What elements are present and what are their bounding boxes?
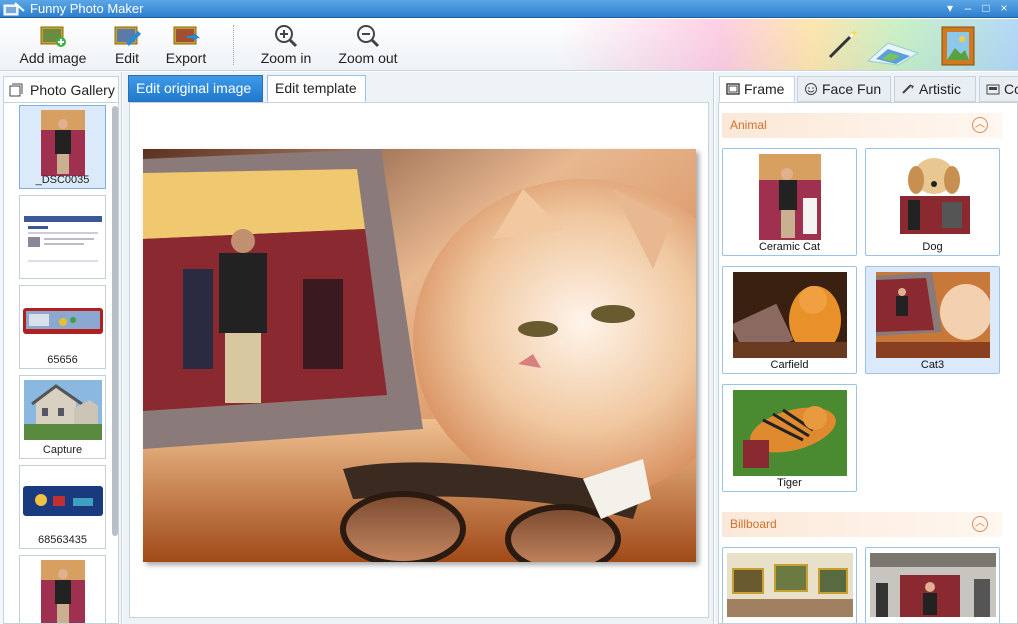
title-bar: Funny Photo Maker ▾ – □ × [0,0,1018,18]
tab-edit-original-image[interactable]: Edit original image [128,75,263,102]
tab-frame[interactable]: Frame [719,76,795,102]
gallery-item[interactable]: 65656 [19,285,106,369]
template-item[interactable]: Cat3 [865,266,1000,374]
template-thumbnail [732,390,847,476]
add-image-button[interactable]: Add image [15,23,91,69]
tab-artistic[interactable]: Artistic [894,76,976,102]
app-icon [3,2,25,16]
template-list: Animal ︿ Ceramic Cat Dog Carfield Cat3 T… [718,102,1018,624]
thumbnail-list: _DSC0035 65656 Capture 68563435 [3,102,119,624]
editor-panel: Edit original image Edit template [123,72,714,624]
photo-thumbnail [40,560,85,623]
magic-wand-icon [828,29,858,59]
toolbar-separator [233,25,234,65]
smiley-icon [805,83,817,95]
template-item[interactable] [865,547,1000,623]
zoom-in-icon [275,25,298,48]
template-item[interactable]: Carfield [722,266,857,374]
collapse-icon[interactable]: ︿ [972,117,988,133]
photo-gallery-panel: Photo Gallery _DSC0035 65656 Capture 685… [0,72,122,624]
template-thumbnail [875,272,990,358]
add-image-icon [40,26,66,47]
picture-frame-icon [941,26,975,66]
template-thumbnail [881,154,984,240]
cover-icon [986,84,1000,95]
editor-canvas [129,102,709,618]
photos-icon [866,42,920,66]
template-item[interactable]: Ceramic Cat [722,148,857,256]
gallery-item[interactable] [19,555,106,623]
minimize-button[interactable]: – [961,1,975,15]
template-thumbnail [732,272,847,358]
templates-panel: Frame Face Fun Artistic Co Animal ︿ [715,72,1018,624]
frame-icon [726,83,740,95]
photo-thumbnail [40,110,85,176]
template-thumbnail [869,553,996,617]
zoom-out-icon [357,25,380,48]
photo-thumbnail [23,216,102,266]
maximize-button[interactable]: □ [979,1,993,15]
tab-face-fun[interactable]: Face Fun [797,76,891,102]
tab-photo-gallery[interactable]: Photo Gallery [3,76,119,102]
gallery-icon [9,83,23,97]
close-button[interactable]: × [997,1,1011,15]
export-button[interactable]: Export [162,23,210,69]
gallery-item[interactable]: Capture [19,375,106,459]
collapse-icon[interactable]: ︿ [972,516,988,532]
zoom-out-button[interactable]: Zoom out [334,23,402,69]
window-title: Funny Photo Maker [30,1,144,16]
gallery-item[interactable] [19,195,106,279]
brush-icon [902,84,914,94]
template-item[interactable] [722,547,857,623]
template-thumbnail [726,553,853,617]
toolbar: Add image Edit Export Zoom in Zoom out [0,19,1018,71]
template-item[interactable]: Tiger [722,384,857,492]
zoom-in-button[interactable]: Zoom in [256,23,316,69]
photo-thumbnail [23,380,102,440]
section-header-animal[interactable]: Animal ︿ [722,113,1002,138]
edit-button[interactable]: Edit [108,23,146,69]
export-icon [173,26,201,45]
tab-edit-template[interactable]: Edit template [267,75,366,102]
composite-photo[interactable] [143,149,696,562]
gallery-scrollbar[interactable] [112,106,118,536]
template-thumbnail [758,154,821,240]
photo-thumbnail [22,308,103,334]
section-header-billboard[interactable]: Billboard ︿ [722,512,1002,537]
menu-dropdown-button[interactable]: ▾ [943,1,957,15]
tab-cover[interactable]: Co [979,76,1018,102]
photo-thumbnail [22,486,103,516]
template-item[interactable]: Dog [865,148,1000,256]
gallery-item[interactable]: _DSC0035 [19,105,106,189]
edit-icon [114,26,141,46]
gallery-item[interactable]: 68563435 [19,465,106,549]
